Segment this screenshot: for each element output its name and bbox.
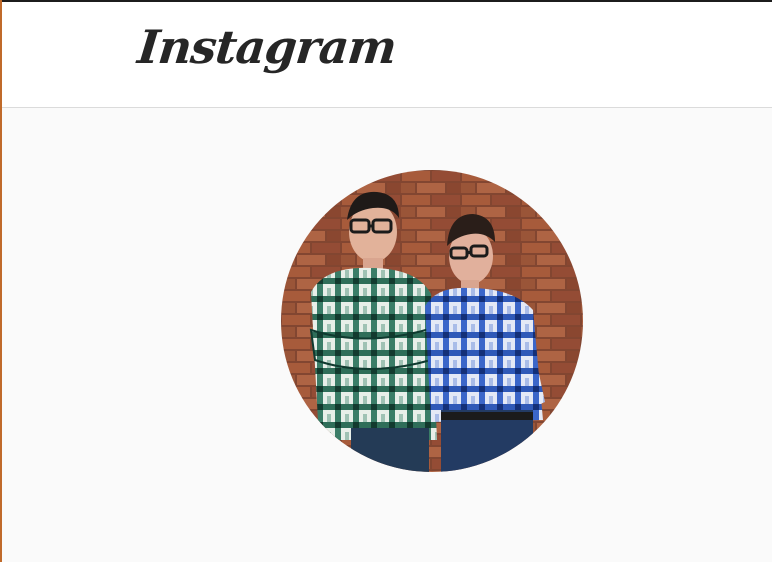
top-header: Instagram <box>2 2 772 108</box>
instagram-page: Instagram <box>0 0 772 562</box>
instagram-logo[interactable]: Instagram <box>135 20 398 74</box>
avatar-photo-icon <box>281 170 583 472</box>
profile-avatar[interactable] <box>281 170 583 472</box>
profile-content <box>2 108 772 562</box>
